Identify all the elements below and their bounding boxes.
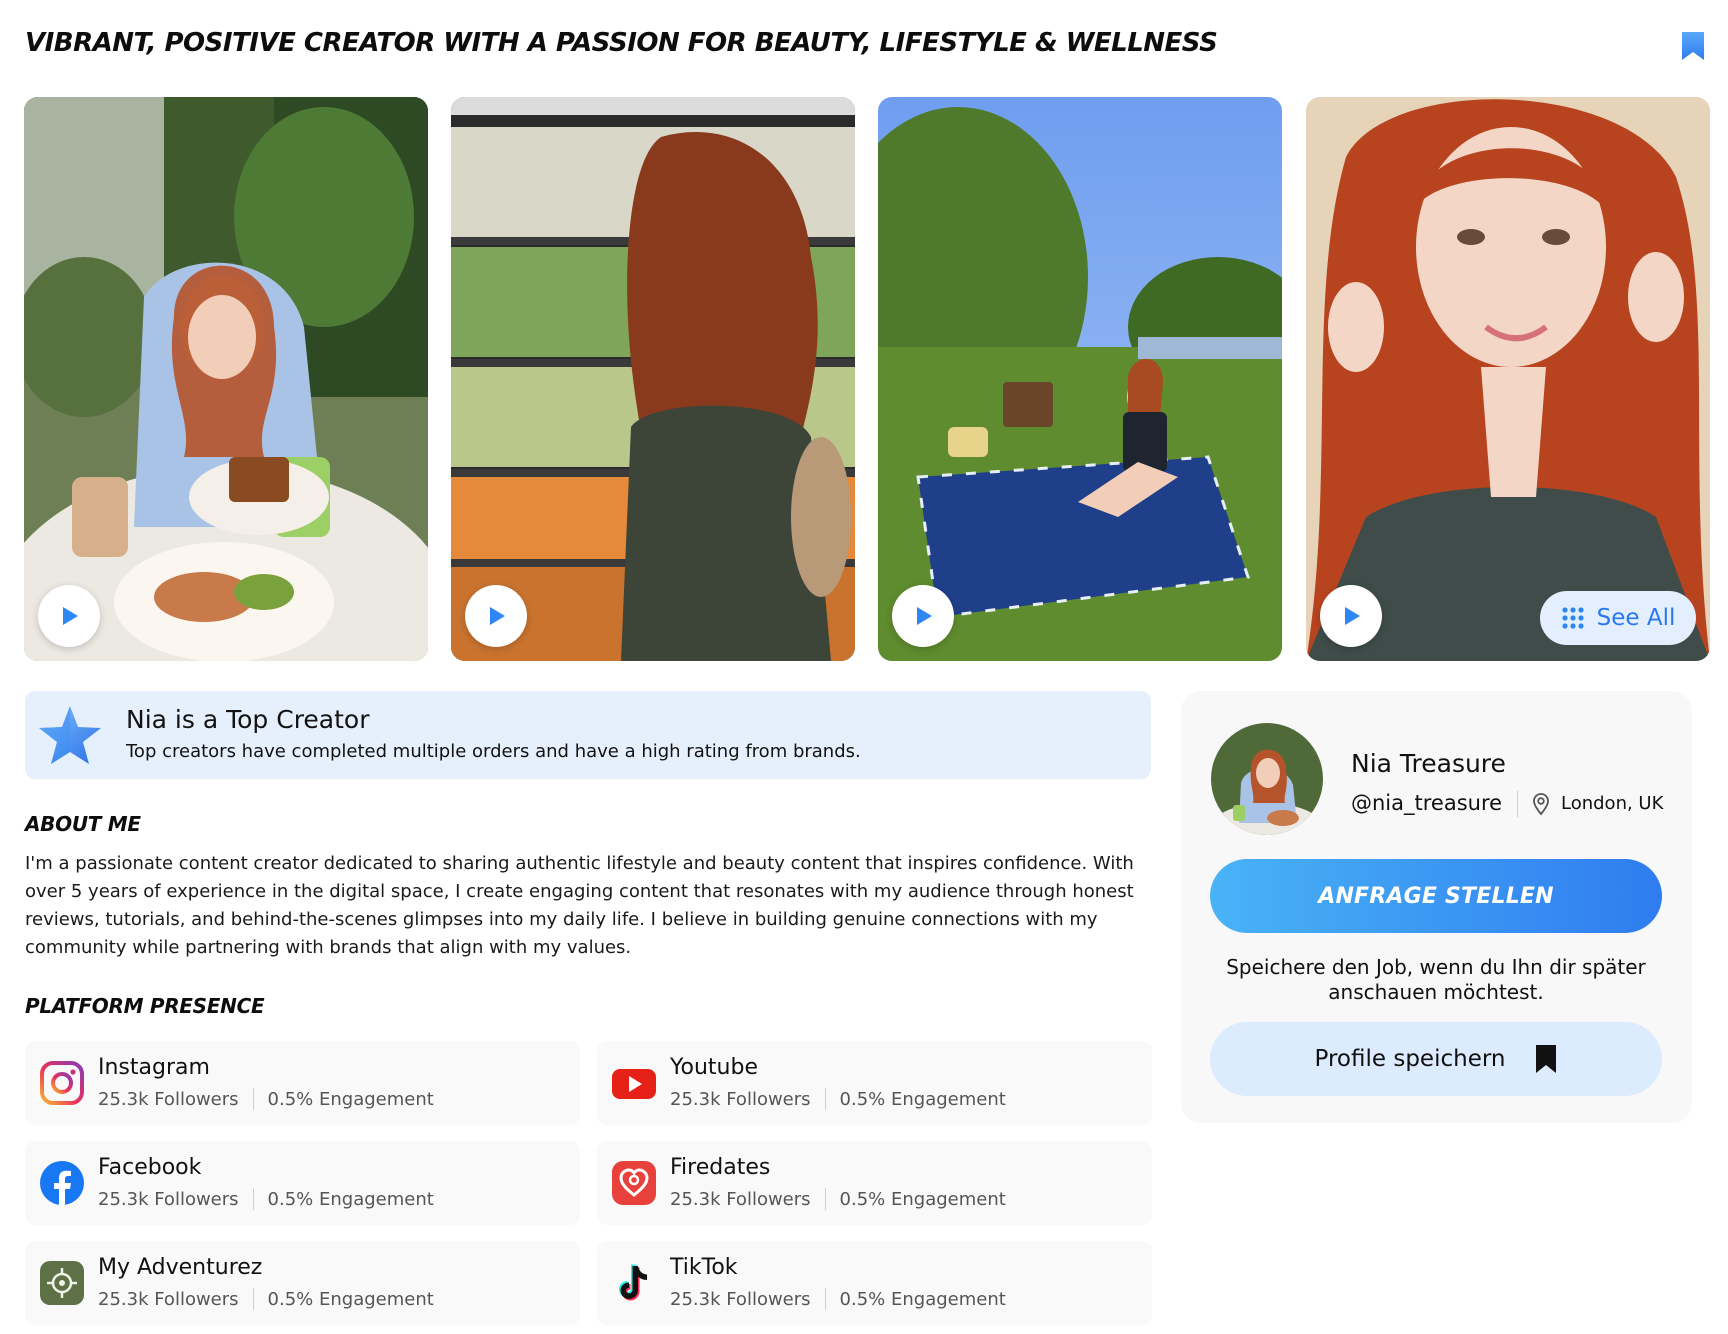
avatar-photo (1211, 723, 1323, 835)
picnic-photo (878, 97, 1282, 661)
platform-engagement: 0.5% Engagement (267, 1088, 434, 1110)
play-icon (1345, 607, 1360, 625)
supermarket-photo (451, 97, 855, 661)
save-profile-button[interactable]: Profile speichern (1210, 1022, 1662, 1096)
platform-name: Instagram (98, 1055, 210, 1080)
request-button[interactable]: ANFRAGE STELLEN (1210, 859, 1662, 933)
platform-card-instagram[interactable]: Instagram 25.3k Followers 0.5% Engagemen… (25, 1041, 580, 1125)
platform-card-firedates[interactable]: Firedates 25.3k Followers 0.5% Engagemen… (597, 1141, 1152, 1225)
gallery-photo-portrait[interactable]: See All (1306, 97, 1710, 661)
bookmark-icon (1536, 1045, 1557, 1073)
platform-stats: 25.3k Followers 0.5% Engagement (670, 1288, 1006, 1310)
location-pin-icon (1533, 793, 1549, 816)
media-gallery: See All (24, 97, 1710, 661)
stat-divider (824, 1188, 826, 1210)
platform-stats: 25.3k Followers 0.5% Engagement (98, 1188, 434, 1210)
save-hint-text: Speichere den Job, wenn du Ihn dir späte… (1226, 955, 1646, 1004)
play-button[interactable] (892, 585, 954, 647)
top-creator-banner: Nia is a Top Creator Top creators have c… (25, 691, 1151, 779)
platform-followers: 25.3k Followers (670, 1288, 811, 1310)
platform-stats: 25.3k Followers 0.5% Engagement (670, 1088, 1006, 1110)
platform-card-tiktok[interactable]: TikTok 25.3k Followers 0.5% Engagement (597, 1241, 1152, 1325)
top-creator-title: Nia is a Top Creator (126, 705, 370, 734)
platform-followers: 25.3k Followers (98, 1088, 239, 1110)
platform-engagement: 0.5% Engagement (267, 1188, 434, 1210)
play-button[interactable] (38, 585, 100, 647)
profile-location: London, UK (1561, 793, 1664, 814)
platform-stats: 25.3k Followers 0.5% Engagement (98, 1288, 434, 1310)
gallery-photo-supermarket[interactable] (451, 97, 855, 661)
stat-divider (252, 1088, 254, 1110)
platform-engagement: 0.5% Engagement (839, 1288, 1006, 1310)
cafe-photo (24, 97, 428, 661)
platform-card-facebook[interactable]: Facebook 25.3k Followers 0.5% Engagement (25, 1141, 580, 1225)
stat-divider (252, 1288, 254, 1310)
play-icon (63, 607, 78, 625)
platform-name: Facebook (98, 1155, 202, 1180)
my-adventurez-icon (40, 1261, 84, 1305)
platform-name: Youtube (670, 1055, 758, 1080)
platform-name: Firedates (670, 1155, 771, 1180)
platform-engagement: 0.5% Engagement (839, 1088, 1006, 1110)
platform-heading: PLATFORM PRESENCE (25, 994, 265, 1018)
platform-followers: 25.3k Followers (670, 1188, 811, 1210)
platform-card-youtube[interactable]: Youtube 25.3k Followers 0.5% Engagement (597, 1041, 1152, 1125)
about-heading: ABOUT ME (25, 812, 141, 836)
stat-divider (252, 1188, 254, 1210)
platform-stats: 25.3k Followers 0.5% Engagement (670, 1188, 1006, 1210)
play-button[interactable] (465, 585, 527, 647)
platform-name: TikTok (670, 1255, 738, 1280)
page-headline: VIBRANT, POSITIVE CREATOR WITH A PASSION… (25, 28, 1218, 58)
platform-name: My Adventurez (98, 1255, 263, 1280)
youtube-icon (612, 1069, 656, 1099)
play-icon (490, 607, 505, 625)
grid-dots-icon (1562, 607, 1584, 629)
portrait-photo (1306, 97, 1710, 661)
gallery-photo-cafe[interactable] (24, 97, 428, 661)
play-button[interactable] (1320, 585, 1382, 647)
profile-name: Nia Treasure (1351, 749, 1506, 778)
profile-card: Nia Treasure @nia_treasure London, UK AN… (1181, 691, 1692, 1123)
profile-handle[interactable]: @nia_treasure (1351, 791, 1502, 815)
tiktok-icon (619, 1264, 647, 1301)
platform-followers: 25.3k Followers (98, 1188, 239, 1210)
see-all-button[interactable]: See All (1540, 591, 1696, 645)
platform-card-my-adventurez[interactable]: My Adventurez 25.3k Followers 0.5% Engag… (25, 1241, 580, 1325)
bookmark-icon[interactable] (1680, 30, 1706, 62)
stat-divider (824, 1288, 826, 1310)
save-profile-label: Profile speichern (1314, 1046, 1506, 1072)
gallery-photo-picnic[interactable] (878, 97, 1282, 661)
platform-followers: 25.3k Followers (98, 1288, 239, 1310)
platform-engagement: 0.5% Engagement (267, 1288, 434, 1310)
top-creator-subtitle: Top creators have completed multiple ord… (126, 741, 861, 762)
instagram-icon (40, 1061, 84, 1105)
play-icon (917, 607, 932, 625)
about-text: I'm a passionate content creator dedicat… (25, 853, 1134, 958)
avatar (1211, 723, 1323, 835)
star-icon (39, 706, 101, 764)
platform-stats: 25.3k Followers 0.5% Engagement (98, 1088, 434, 1110)
firedates-icon (612, 1161, 656, 1205)
profile-divider (1517, 791, 1518, 817)
platform-engagement: 0.5% Engagement (839, 1188, 1006, 1210)
stat-divider (824, 1088, 826, 1110)
facebook-icon (40, 1161, 84, 1205)
see-all-label: See All (1596, 605, 1676, 631)
platform-followers: 25.3k Followers (670, 1088, 811, 1110)
